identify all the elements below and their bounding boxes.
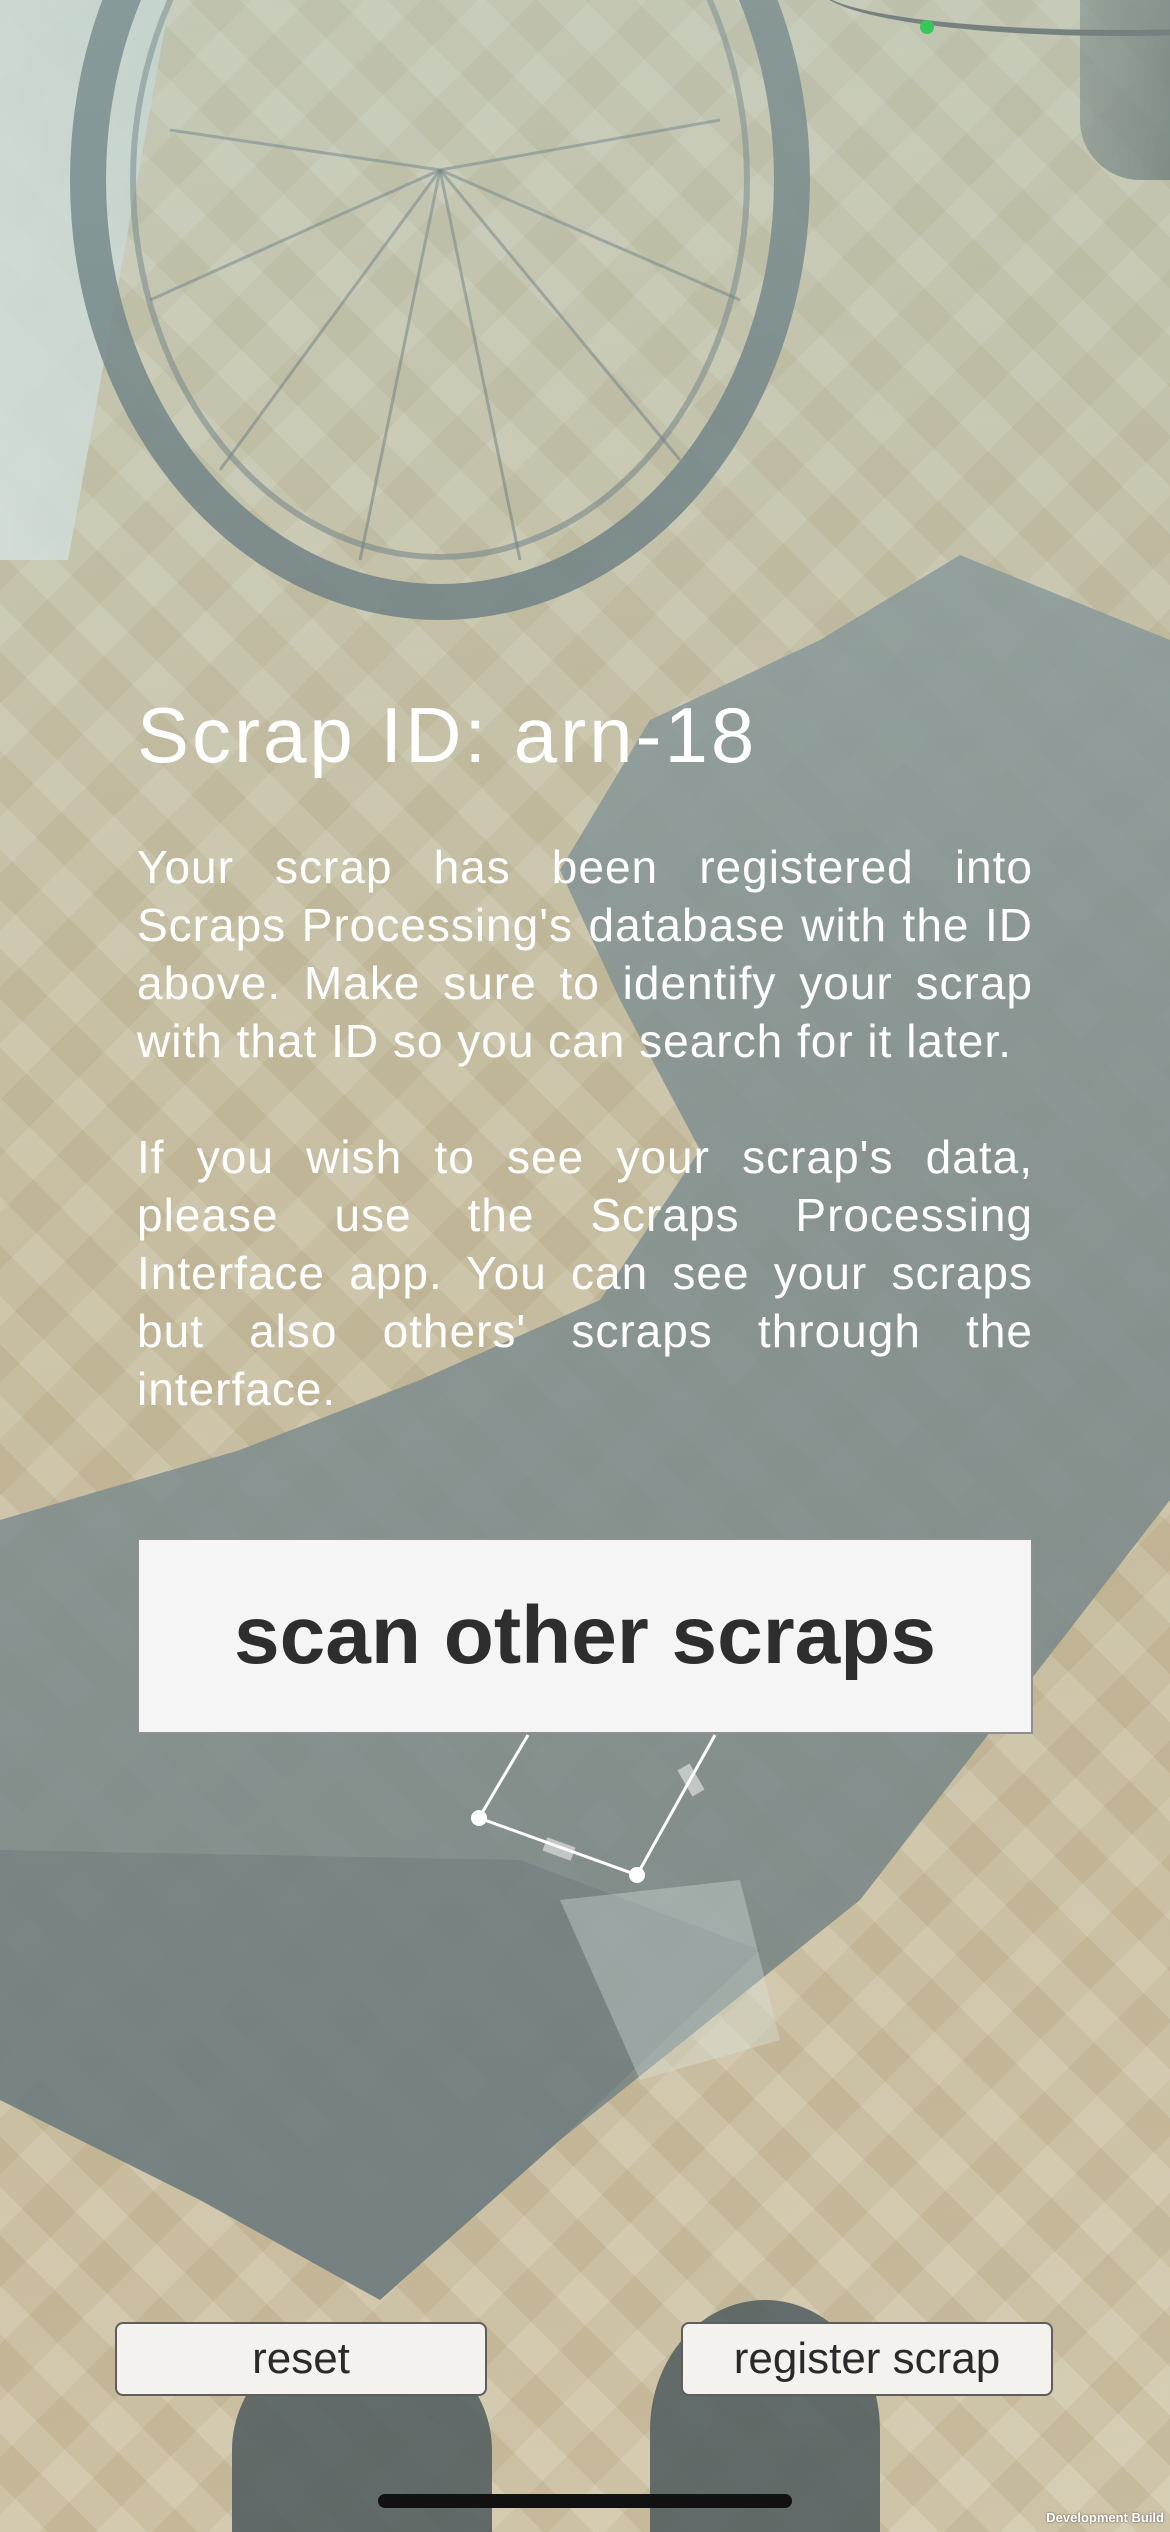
development-build-label: Development Build bbox=[1046, 2510, 1164, 2525]
scan-other-scraps-button[interactable]: scan other scraps bbox=[137, 1538, 1033, 1734]
reset-button[interactable]: reset bbox=[115, 2322, 487, 2396]
ar-edge-label bbox=[677, 1763, 705, 1797]
ar-edge-label bbox=[542, 1837, 576, 1861]
ar-anchor-point[interactable] bbox=[629, 1867, 645, 1883]
home-indicator[interactable] bbox=[378, 2494, 792, 2508]
register-scrap-button[interactable]: register scrap bbox=[681, 2322, 1053, 2396]
interface-app-message: If you wish to see your scrap's data, pl… bbox=[137, 1131, 1033, 1415]
registration-message: Your scrap has been registered into Scra… bbox=[137, 841, 1033, 1067]
ar-anchor-point[interactable] bbox=[471, 1810, 487, 1826]
scrap-id-title: Scrap ID: arn-18 bbox=[137, 691, 758, 779]
ar-screen: Scrap ID: arn-18 Your scrap has been reg… bbox=[0, 0, 1170, 2532]
